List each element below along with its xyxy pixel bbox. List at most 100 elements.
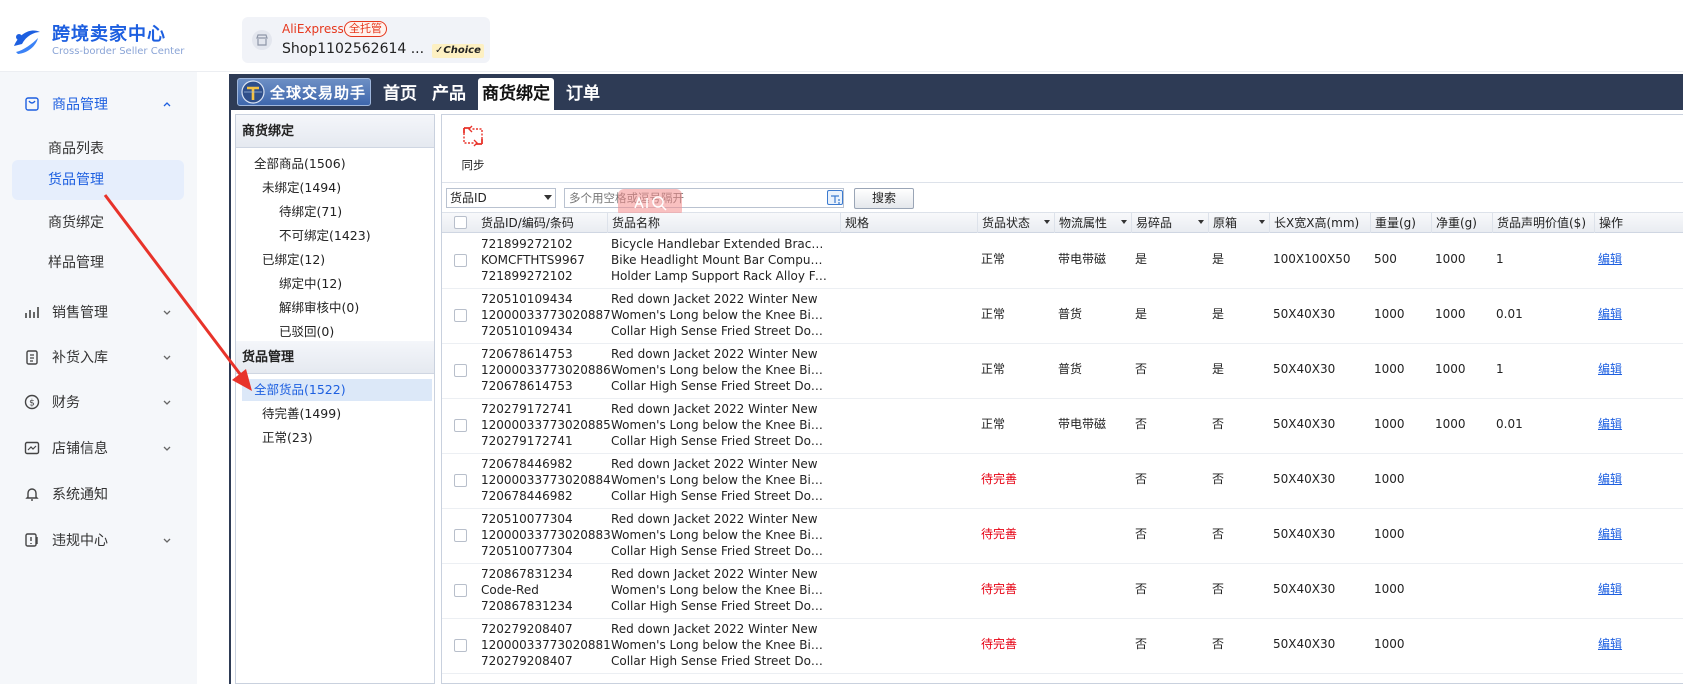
tree-item-normal[interactable]: 正常(23) — [262, 427, 313, 449]
edit-link[interactable]: 编辑 — [1598, 527, 1622, 542]
logistics-cell: 普货 — [1058, 307, 1083, 321]
sync-icon — [463, 125, 483, 147]
fragile-cell: 否 — [1135, 527, 1148, 541]
top-header: 跨境卖家中心 Cross-border Seller Center AliExp… — [0, 0, 1683, 72]
tree-item-unbound[interactable]: 未绑定(1494) — [262, 177, 341, 199]
declared-value-cell: 1 — [1496, 362, 1504, 376]
goods-name-line: Red down Jacket 2022 Winter New — [611, 622, 818, 636]
tab-products[interactable]: 产品 — [428, 78, 470, 110]
tree-item-all-goods[interactable]: 全部货品(1522) — [242, 379, 432, 401]
tree-item-binding[interactable]: 绑定中(12) — [279, 273, 342, 295]
menu-group-notifications[interactable]: 系统通知 — [12, 474, 184, 514]
menu-group-replenishment[interactable]: 补货入库 — [12, 337, 184, 377]
tab-goods-binding[interactable]: 商货绑定 — [478, 78, 554, 110]
select-all-checkbox[interactable] — [454, 216, 467, 229]
goods-id-line: KOMCFTHTS9967 — [481, 253, 585, 267]
edit-link[interactable]: 编辑 — [1598, 472, 1622, 487]
table-row[interactable]: 720279208407 Red down Jacket 2022 Winter … — [442, 619, 1683, 674]
goods-name-line: Women's Long below the Knee Big Fur — [611, 473, 827, 487]
sync-button[interactable]: 同步 — [456, 121, 490, 173]
edit-link[interactable]: 编辑 — [1598, 362, 1622, 377]
menu-group-sales[interactable]: 销售管理 — [12, 292, 184, 332]
goods-name-line: Women's Long below the Knee Big Fur — [611, 583, 827, 597]
row-checkbox[interactable] — [454, 474, 467, 487]
goods-id-line: 720510077304 — [481, 544, 573, 558]
declared-value-cell: 1 — [1496, 252, 1504, 266]
tree-item-bound[interactable]: 已绑定(12) — [262, 249, 325, 271]
table-row[interactable]: 720279172741 Red down Jacket 2022 Winter … — [442, 399, 1683, 454]
goods-name-line: Red down Jacket 2022 Winter New — [611, 512, 818, 526]
fragile-cell: 否 — [1135, 362, 1148, 376]
goods-id-line: 12000033773020887 — [481, 308, 611, 322]
edit-link[interactable]: 编辑 — [1598, 252, 1622, 267]
menu-group-violations[interactable]: 违规中心 — [12, 520, 184, 560]
col-goods-name[interactable]: 货品名称 — [607, 213, 840, 233]
menu-group-product-management[interactable]: 商品管理 — [12, 84, 184, 124]
row-checkbox[interactable] — [454, 419, 467, 432]
table-row[interactable]: 720510077304 Red down Jacket 2022 Winter … — [442, 509, 1683, 564]
row-checkbox[interactable] — [454, 309, 467, 322]
goods-name-line: Red down Jacket 2022 Winter New — [611, 567, 818, 581]
weight-cell: 1000 — [1374, 417, 1405, 431]
row-checkbox[interactable] — [454, 584, 467, 597]
filter-arrow-icon[interactable] — [1044, 220, 1050, 224]
edit-link[interactable]: 编辑 — [1598, 582, 1622, 597]
sidebar-item-sample-management[interactable]: 样品管理 — [12, 242, 184, 284]
filter-arrow-icon[interactable] — [1121, 220, 1127, 224]
menu-group-finance[interactable]: $ 财务 — [12, 382, 184, 422]
col-fragile[interactable]: 易碎品 — [1131, 213, 1208, 233]
col-dimensions[interactable]: 长X宽X高(mm) — [1269, 213, 1370, 233]
table-row[interactable]: 720678446982 Red down Jacket 2022 Winter … — [442, 454, 1683, 509]
bag-icon — [22, 94, 42, 114]
filter-arrow-icon[interactable] — [1198, 220, 1204, 224]
table-row[interactable]: 721899272102 Bicycle Handlebar Extended B… — [442, 234, 1683, 289]
menu-group-store-info[interactable]: 店铺信息 — [12, 428, 184, 468]
edit-link[interactable]: 编辑 — [1598, 637, 1622, 652]
table-row[interactable]: 720678614753 Red down Jacket 2022 Winter … — [442, 344, 1683, 399]
tab-home[interactable]: 首页 — [379, 78, 421, 110]
col-goods-id[interactable]: 货品ID/编码/条码 — [477, 213, 607, 233]
col-spec[interactable]: 规格 — [840, 213, 977, 233]
col-weight[interactable]: 重量(g) — [1370, 213, 1431, 233]
table-header: 货品ID/编码/条码 货品名称 规格 货品状态 物流属性 易碎品 原箱 长X宽X… — [442, 213, 1683, 233]
row-checkbox[interactable] — [454, 529, 467, 542]
tree-item-incomplete[interactable]: 待完善(1499) — [262, 403, 341, 425]
col-actions[interactable]: 操作 — [1594, 213, 1683, 233]
table-row[interactable]: 720510109434 Red down Jacket 2022 Winter … — [442, 289, 1683, 344]
filter-arrow-icon[interactable] — [1259, 220, 1265, 224]
col-net-weight[interactable]: 净重(g) — [1431, 213, 1492, 233]
weight-cell: 500 — [1374, 252, 1397, 266]
category-tree: 商货绑定 全部商品(1506) 未绑定(1494) 待绑定(71) 不可绑定(1… — [235, 114, 435, 684]
tree-item-unbind-review[interactable]: 解绑审核中(0) — [279, 297, 359, 319]
row-checkbox[interactable] — [454, 254, 467, 267]
declared-value-cell: 0.01 — [1496, 417, 1523, 431]
col-status[interactable]: 货品状态 — [977, 213, 1054, 233]
search-input[interactable] — [564, 188, 844, 208]
fragile-cell: 是 — [1135, 252, 1148, 266]
tab-orders[interactable]: 订单 — [562, 78, 604, 110]
sidebar-item-goods-binding[interactable]: 商货绑定 — [12, 202, 184, 244]
search-button[interactable]: 搜索 — [854, 188, 914, 209]
tree-item-all-products[interactable]: 全部商品(1506) — [254, 153, 346, 175]
sidebar-item-goods-management[interactable]: 货品管理 — [12, 160, 184, 200]
filter-field-value: 货品ID — [450, 191, 487, 205]
filter-field-select[interactable]: 货品ID — [446, 188, 556, 208]
col-declared-value[interactable]: 货品声明价值($) — [1492, 213, 1594, 233]
weight-cell: 1000 — [1374, 472, 1405, 486]
edit-link[interactable]: 编辑 — [1598, 307, 1622, 322]
col-original-box[interactable]: 原箱 — [1208, 213, 1269, 233]
table-row[interactable]: 720867831234 Red down Jacket 2022 Winter … — [442, 564, 1683, 619]
batch-input-icon[interactable] — [827, 190, 843, 205]
tree-item-rejected[interactable]: 已驳回(0) — [279, 321, 334, 343]
row-checkbox[interactable] — [454, 364, 467, 377]
goods-name-line: Collar High Sense Fried Street Dong... — [611, 599, 827, 613]
weight-cell: 1000 — [1374, 527, 1405, 541]
plugin-brand[interactable]: 全球交易助手 — [237, 78, 371, 106]
store-switcher[interactable]: AliExpress 全托管 Shop1102562614 ... ✓Choic… — [242, 17, 490, 63]
row-checkbox[interactable] — [454, 639, 467, 652]
edit-link[interactable]: 编辑 — [1598, 417, 1622, 432]
tree-item-pending-bind[interactable]: 待绑定(71) — [279, 201, 342, 223]
col-logistics[interactable]: 物流属性 — [1054, 213, 1131, 233]
tree-item-unbindable[interactable]: 不可绑定(1423) — [279, 225, 371, 247]
seller-center-logo[interactable]: 跨境卖家中心 Cross-border Seller Center — [10, 24, 184, 58]
